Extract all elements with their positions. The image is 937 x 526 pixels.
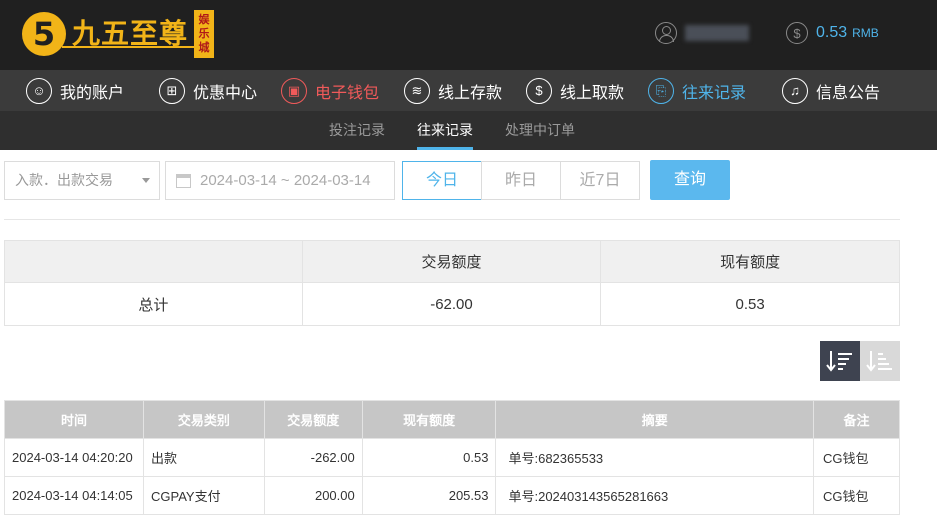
cell-amount: -262.00: [263, 438, 363, 477]
transaction-type-select[interactable]: 入款．出款交易: [4, 161, 160, 200]
summary-total-balance: 0.53: [600, 282, 900, 326]
query-button[interactable]: 查询: [650, 160, 730, 200]
nav-item-e-wallet[interactable]: ▣ 电子钱包: [281, 76, 379, 105]
summary-total-row: 总计 -62.00 0.53: [4, 282, 900, 326]
tab-pending-orders[interactable]: 处理中订单: [505, 111, 575, 150]
sort-ascending-button[interactable]: [860, 341, 900, 381]
cell-balance: 205.53: [361, 476, 497, 515]
cell-note: CG钱包: [813, 438, 900, 477]
top-header: 5 九五至尊 娱乐城 $ 0.53 RMB: [0, 0, 937, 70]
range-yesterday-button[interactable]: 昨日: [481, 161, 561, 200]
logo-seal: 娱乐城: [194, 10, 215, 58]
bell-icon: ♫: [782, 77, 808, 104]
records-icon: ⎘: [648, 77, 674, 104]
deposit-icon: ≋: [404, 77, 430, 104]
logo-text: 九五至尊: [72, 17, 189, 50]
sort-ascending-icon: [866, 351, 892, 372]
dollar-coin-icon: $: [786, 22, 808, 44]
nav-item-online-deposit[interactable]: ≋ 线上存款: [404, 76, 502, 105]
wallet-icon: ▣: [281, 77, 307, 104]
calendar-icon: [176, 174, 191, 188]
records-table: 时间 交易类别 交易额度 现有额度 摘要 备注 2024-03-14 04:20…: [4, 400, 900, 515]
nav-item-my-account[interactable]: ☺ 我的账户: [26, 76, 124, 105]
nav-item-label: 优惠中心: [193, 84, 258, 102]
logo-underline: [62, 46, 200, 48]
logo-emblem-icon: 5: [22, 12, 66, 56]
divider: [4, 219, 900, 220]
balance-amount: 0.53: [816, 24, 848, 41]
balance-display: $ 0.53 RMB: [786, 22, 879, 44]
table-row: 2024-03-14 04:14:05 CGPAY支付 200.00 205.5…: [4, 476, 900, 515]
cell-summary: 单号:682365533: [495, 438, 815, 477]
nav-item-label: 我的账户: [60, 84, 125, 102]
records-header-row: 时间 交易类别 交易额度 现有额度 摘要 备注: [4, 400, 900, 439]
summary-header-blank: [4, 240, 303, 283]
table-row: 2024-03-14 04:20:20 出款 -262.00 0.53 单号:6…: [4, 438, 900, 477]
nav-item-label: 线上取款: [560, 84, 625, 102]
nav-item-label: 信息公告: [816, 84, 881, 102]
cell-time: 2024-03-14 04:14:05: [4, 476, 144, 515]
cell-note: CG钱包: [813, 476, 900, 515]
cell-type: CGPAY支付: [142, 476, 265, 515]
col-header-type: 交易类别: [142, 400, 265, 439]
summary-header-amount: 交易额度: [301, 240, 602, 283]
select-value: 入款．出款交易: [15, 172, 113, 188]
nav-item-transaction-records[interactable]: ⎘ 往来记录: [648, 76, 746, 105]
user-account[interactable]: [655, 22, 749, 44]
main-nav: ☺ 我的账户 ⊞ 优惠中心 ▣ 电子钱包 ≋ 线上存款 $ 线上取款 ⎘ 往来记…: [0, 70, 937, 111]
date-range-picker[interactable]: 2024-03-14 ~ 2024-03-14: [165, 161, 395, 200]
col-header-time: 时间: [4, 400, 144, 439]
summary-header-balance: 现有额度: [600, 240, 900, 283]
cell-amount: 200.00: [263, 476, 363, 515]
nav-item-promotions[interactable]: ⊞ 优惠中心: [159, 76, 257, 105]
sort-descending-button[interactable]: [820, 341, 860, 381]
nav-item-announcements[interactable]: ♫ 信息公告: [782, 76, 880, 105]
balance-unit: RMB: [852, 26, 879, 40]
nav-item-label: 电子钱包: [315, 84, 380, 102]
username-redacted: [685, 25, 749, 41]
nav-item-label: 线上存款: [438, 84, 503, 102]
range-last-7-days-button[interactable]: 近7日: [560, 161, 640, 200]
cell-summary: 单号:202403143565281663: [495, 476, 815, 515]
withdraw-icon: $: [526, 77, 552, 104]
col-header-note: 备注: [813, 400, 900, 439]
tab-bet-records[interactable]: 投注记录: [329, 111, 385, 150]
summary-header-row: 交易额度 现有额度: [4, 240, 900, 283]
brand-logo[interactable]: 5 九五至尊 娱乐城: [22, 8, 215, 60]
gift-icon: ⊞: [159, 77, 185, 104]
sort-descending-icon: [826, 351, 852, 372]
cell-type: 出款: [142, 438, 265, 477]
user-icon: ☺: [26, 77, 52, 104]
range-today-button[interactable]: 今日: [402, 161, 482, 200]
caret-down-icon: [142, 178, 150, 183]
summary-table: 交易额度 现有额度 总计 -62.00 0.53: [4, 240, 900, 326]
user-avatar-icon: [655, 22, 677, 44]
summary-total-amount: -62.00: [301, 282, 602, 326]
col-header-summary: 摘要: [495, 400, 815, 439]
date-range-value: 2024-03-14 ~ 2024-03-14: [200, 172, 371, 189]
sub-nav: 投注记录 往来记录 处理中订单: [0, 111, 937, 150]
col-header-balance: 现有额度: [361, 400, 497, 439]
nav-item-online-withdraw[interactable]: $ 线上取款: [526, 76, 624, 105]
nav-item-label: 往来记录: [682, 84, 747, 102]
cell-balance: 0.53: [361, 438, 497, 477]
tab-transaction-records[interactable]: 往来记录: [417, 111, 473, 150]
col-header-amount: 交易额度: [263, 400, 363, 439]
cell-time: 2024-03-14 04:20:20: [4, 438, 144, 477]
summary-total-label: 总计: [4, 282, 303, 326]
